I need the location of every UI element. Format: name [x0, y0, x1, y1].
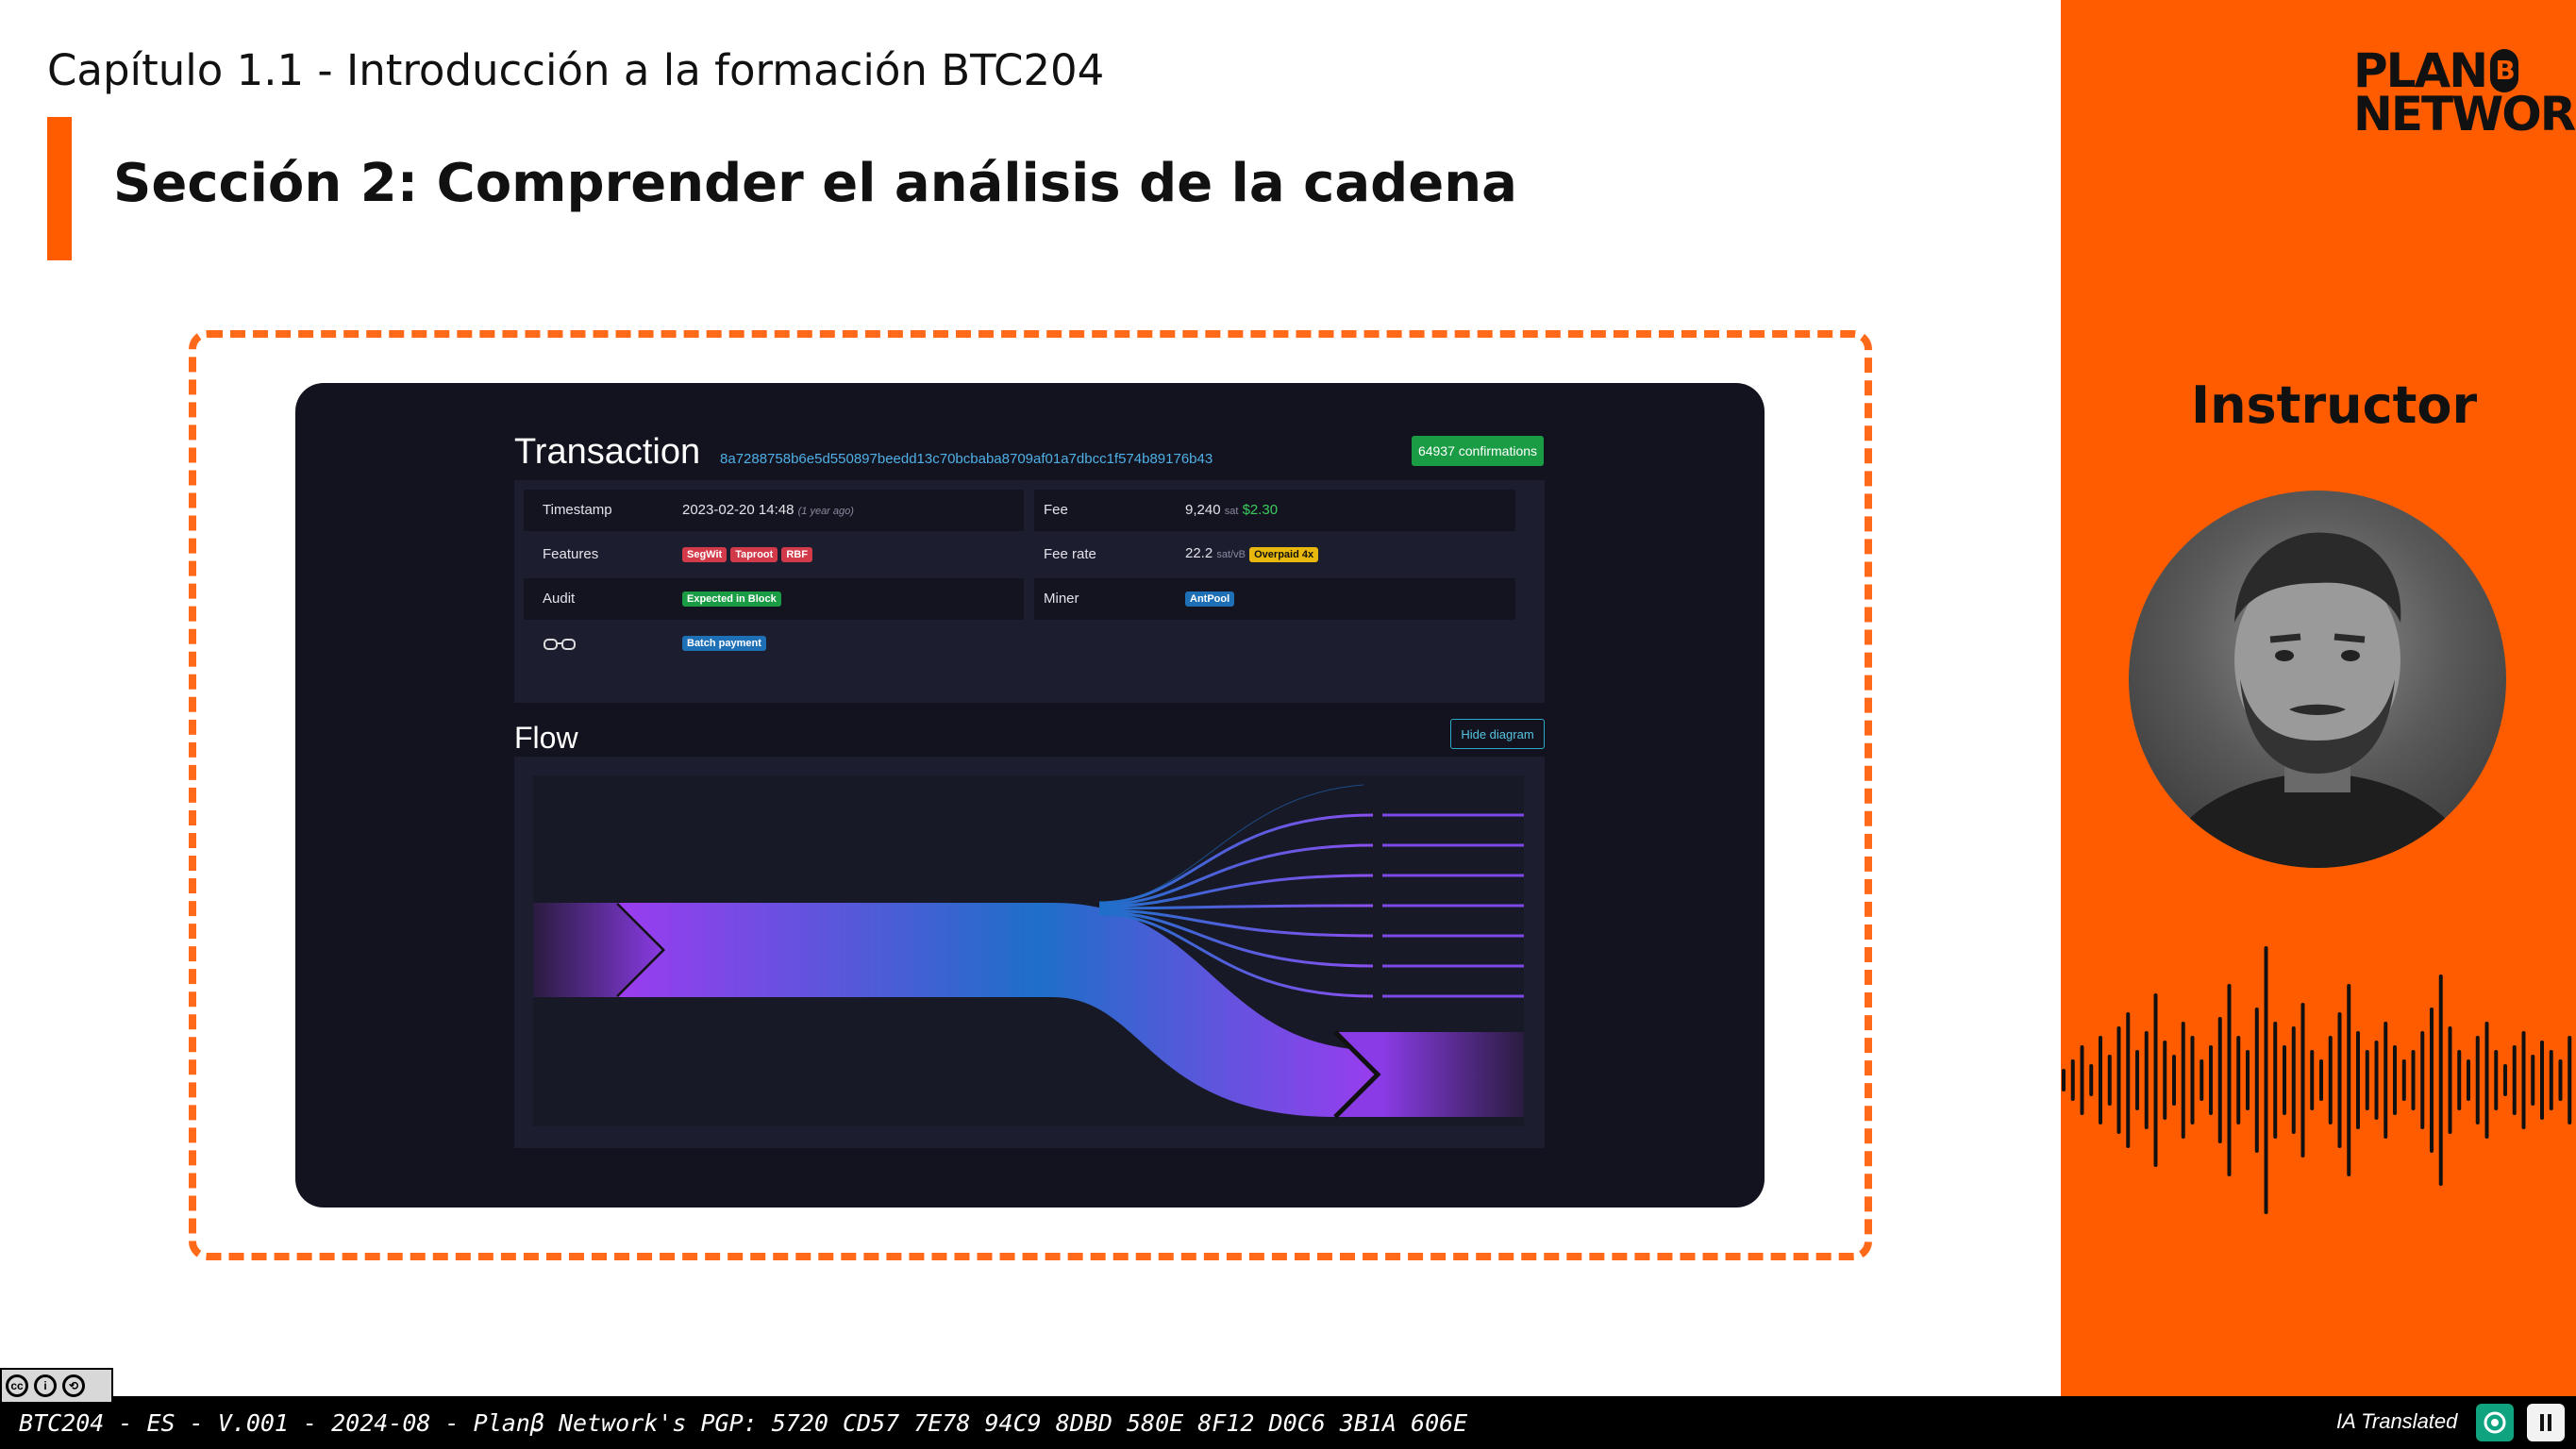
- ia-translated-label: IA Translated: [2336, 1409, 2458, 1433]
- taproot-tag[interactable]: Taproot: [730, 547, 778, 562]
- glasses-icon: [544, 639, 576, 650]
- openai-icon: [2476, 1404, 2514, 1441]
- section-accent-bar: [47, 117, 72, 260]
- fee-label: Fee: [1044, 502, 1068, 518]
- fee-unit: sat: [1224, 506, 1239, 517]
- features-label: Features: [543, 546, 599, 562]
- features-row: Features SegWit Taproot RBF: [524, 534, 1024, 575]
- eleven-labs-icon: [2527, 1404, 2565, 1441]
- feerate-row: Fee rate 22.2 sat/vB Overpaid 4x: [1034, 534, 1515, 575]
- miner-label: Miner: [1044, 591, 1079, 607]
- transaction-title: Transaction: [514, 432, 701, 472]
- logo-line2: NETWORK: [2353, 87, 2576, 142]
- flow-title: Flow: [514, 721, 578, 755]
- flow-diagram: [514, 757, 1545, 1148]
- batch-row: Batch payment: [524, 623, 1024, 664]
- chapter-title: Capítulo 1.1 - Introducción a la formaci…: [47, 45, 1105, 95]
- portrait-illustration: [2159, 532, 2476, 868]
- miner-row: Miner AntPool: [1034, 578, 1515, 620]
- feerate-unit: sat/vB: [1216, 549, 1246, 560]
- cc-icon: cc: [6, 1374, 28, 1397]
- fee-row: Fee 9,240 sat $2.30: [1034, 490, 1515, 531]
- sa-icon: ⟲: [62, 1374, 85, 1397]
- fee-usd: $2.30: [1242, 502, 1279, 518]
- timestamp-value: 2023-02-20 14:48: [682, 502, 795, 518]
- confirmations-badge: 64937 confirmations: [1412, 436, 1544, 466]
- audit-row: Audit Expected in Block: [524, 578, 1024, 620]
- timestamp-ago: (1 year ago): [797, 506, 854, 517]
- creative-commons-badge: cc i ⟲: [0, 1368, 113, 1404]
- footer-bar: BTC204 - ES - V.001 - 2024-08 - Planβ Ne…: [0, 1396, 2576, 1449]
- transaction-screenshot: Transaction 8a7288758b6e5d550897beedd13c…: [295, 383, 1765, 1208]
- feerate-value: 22.2: [1185, 545, 1213, 561]
- rbf-tag[interactable]: RBF: [781, 547, 812, 562]
- instructor-avatar: [2129, 491, 2506, 868]
- sankey-flow-diagram: [533, 775, 1524, 1126]
- miner-tag[interactable]: AntPool: [1185, 591, 1235, 607]
- section-title: Sección 2: Comprender el análisis de la …: [113, 153, 1517, 214]
- batch-tag[interactable]: Batch payment: [682, 636, 766, 651]
- by-icon: i: [34, 1374, 57, 1397]
- audit-tag[interactable]: Expected in Block: [682, 591, 781, 607]
- timestamp-row: Timestamp 2023-02-20 14:48 (1 year ago): [524, 490, 1024, 531]
- hide-diagram-button[interactable]: Hide diagram: [1450, 719, 1545, 749]
- feerate-label: Fee rate: [1044, 546, 1096, 562]
- overpaid-tag: Overpaid 4x: [1249, 547, 1319, 562]
- timestamp-label: Timestamp: [543, 502, 612, 518]
- footer-pgp-text: BTC204 - ES - V.001 - 2024-08 - Planβ Ne…: [19, 1409, 1468, 1437]
- instructor-heading: Instructor: [2191, 375, 2478, 435]
- planb-logo: PLANB NETWORK: [2353, 47, 2576, 142]
- audit-label: Audit: [543, 591, 576, 607]
- transaction-details: Timestamp 2023-02-20 14:48 (1 year ago) …: [514, 480, 1545, 703]
- segwit-tag[interactable]: SegWit: [682, 547, 728, 562]
- fee-value: 9,240: [1185, 502, 1221, 518]
- transaction-hash[interactable]: 8a7288758b6e5d550897beedd13c70bcbaba8709…: [720, 451, 1213, 467]
- audio-waveform: [2062, 946, 2572, 1214]
